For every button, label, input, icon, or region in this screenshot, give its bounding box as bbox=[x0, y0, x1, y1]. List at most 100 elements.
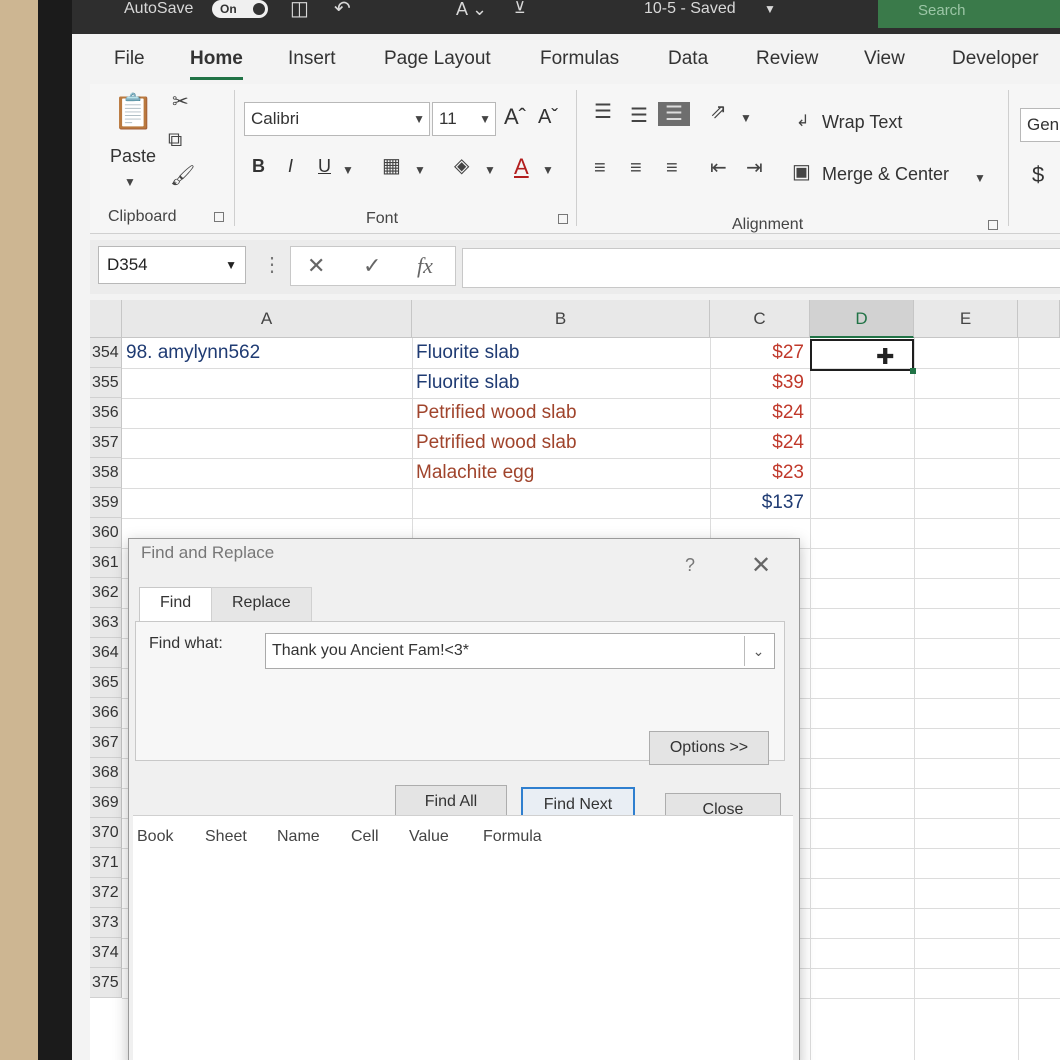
fill-handle[interactable] bbox=[910, 368, 916, 374]
close-icon[interactable]: ✕ bbox=[751, 551, 771, 580]
tab-view[interactable]: View bbox=[864, 48, 905, 70]
font-size-chevron-icon[interactable]: ▼ bbox=[479, 103, 491, 135]
tab-page-layout[interactable]: Page Layout bbox=[384, 48, 491, 70]
row-header[interactable]: 369 bbox=[90, 788, 122, 818]
decrease-indent-icon[interactable]: ⇤ bbox=[710, 156, 727, 180]
underline-button[interactable]: U bbox=[318, 156, 331, 177]
clipboard-launcher-icon[interactable] bbox=[214, 212, 224, 222]
results-list[interactable]: Book Sheet Name Cell Value Formula bbox=[133, 815, 793, 1060]
fill-color-icon[interactable]: ◈ bbox=[454, 154, 469, 178]
underline-chevron-icon[interactable]: ▼ bbox=[342, 158, 354, 182]
help-icon[interactable]: ? bbox=[685, 555, 695, 576]
currency-button[interactable]: $ bbox=[1032, 162, 1044, 188]
paste-chevron-icon[interactable]: ▼ bbox=[124, 170, 136, 194]
row-header[interactable]: 356 bbox=[90, 398, 122, 428]
copy-icon[interactable]: ⧉ bbox=[168, 128, 182, 152]
cell-a[interactable]: 98. amylynn562 bbox=[126, 338, 408, 368]
bold-button[interactable]: B bbox=[252, 156, 265, 177]
cell-c[interactable]: $39 bbox=[710, 368, 804, 398]
align-center-icon[interactable]: ≡ bbox=[630, 156, 642, 180]
find-all-button[interactable]: Find All bbox=[395, 785, 507, 819]
undo-icon[interactable]: ↶ bbox=[334, 0, 351, 19]
tab-review[interactable]: Review bbox=[756, 48, 818, 70]
wrap-text-icon[interactable]: ↲ bbox=[796, 110, 809, 134]
row-header[interactable]: 372 bbox=[90, 878, 122, 908]
cell-a[interactable] bbox=[126, 428, 408, 458]
column-header-f[interactable] bbox=[1018, 300, 1060, 338]
customize-toolbar-icon[interactable]: ⊻ bbox=[514, 0, 526, 18]
search-box[interactable]: Search bbox=[878, 0, 1060, 28]
formula-input[interactable] bbox=[462, 248, 1060, 288]
row-header[interactable]: 365 bbox=[90, 668, 122, 698]
results-col-formula[interactable]: Formula bbox=[483, 828, 542, 846]
tab-find[interactable]: Find bbox=[139, 587, 213, 621]
cell-b[interactable]: Petrified wood slab bbox=[416, 428, 706, 458]
active-cell-d354[interactable] bbox=[810, 339, 914, 371]
tab-developer[interactable]: Developer bbox=[952, 48, 1039, 70]
align-middle-icon[interactable]: ☰ bbox=[630, 104, 648, 128]
borders-chevron-icon[interactable]: ▼ bbox=[414, 158, 426, 182]
row-header[interactable]: 370 bbox=[90, 818, 122, 848]
cell-b[interactable]: Fluorite slab bbox=[416, 368, 706, 398]
name-box[interactable]: D354 ▼ bbox=[98, 246, 246, 284]
cell-b[interactable]: Fluorite slab bbox=[416, 338, 706, 368]
cell-c[interactable]: $24 bbox=[710, 398, 804, 428]
column-header-c[interactable]: C bbox=[710, 300, 810, 338]
number-format-select[interactable]: Gen bbox=[1020, 108, 1060, 142]
tab-data[interactable]: Data bbox=[668, 48, 708, 70]
results-col-book[interactable]: Book bbox=[137, 828, 173, 846]
results-col-name[interactable]: Name bbox=[277, 828, 320, 846]
row-header[interactable]: 364 bbox=[90, 638, 122, 668]
search-input[interactable]: Search bbox=[918, 2, 966, 19]
row-header[interactable]: 361 bbox=[90, 548, 122, 578]
cell-a[interactable] bbox=[126, 458, 408, 488]
row-header[interactable]: 358 bbox=[90, 458, 122, 488]
format-painter-icon[interactable]: 🖌 bbox=[170, 164, 195, 188]
row-header[interactable]: 371 bbox=[90, 848, 122, 878]
tab-home[interactable]: Home bbox=[190, 48, 243, 80]
align-right-icon[interactable]: ≡ bbox=[666, 156, 678, 180]
row-header[interactable]: 374 bbox=[90, 938, 122, 968]
row-header[interactable]: 373 bbox=[90, 908, 122, 938]
cell-b[interactable] bbox=[416, 488, 706, 518]
alignment-launcher-icon[interactable] bbox=[988, 220, 998, 230]
select-all-corner[interactable] bbox=[90, 300, 122, 338]
merge-center-chevron-icon[interactable]: ▼ bbox=[974, 166, 986, 190]
align-left-icon[interactable]: ≡ bbox=[594, 156, 606, 180]
find-what-input[interactable]: Thank you Ancient Fam!<3* ⌄ bbox=[265, 633, 775, 669]
paste-clipboard-icon[interactable]: 📋 bbox=[112, 92, 154, 132]
font-name-chevron-icon[interactable]: ▼ bbox=[413, 103, 425, 135]
font-color-quick-icon[interactable]: A ⌄ bbox=[456, 0, 487, 18]
column-header-e[interactable]: E bbox=[914, 300, 1018, 338]
merge-center-button[interactable]: Merge & Center bbox=[822, 164, 949, 185]
italic-button[interactable]: I bbox=[288, 156, 293, 177]
cancel-entry-icon[interactable]: ✕ bbox=[307, 253, 325, 279]
orientation-icon[interactable]: ⇗ bbox=[710, 100, 727, 124]
enter-entry-icon[interactable]: ✓ bbox=[363, 253, 381, 279]
options-button[interactable]: Options >> bbox=[649, 731, 769, 765]
wrap-text-button[interactable]: Wrap Text bbox=[822, 112, 902, 133]
row-header[interactable]: 366 bbox=[90, 698, 122, 728]
row-header[interactable]: 362 bbox=[90, 578, 122, 608]
file-name-chevron-icon[interactable]: ▼ bbox=[764, 0, 776, 18]
cell-c[interactable]: $137 bbox=[710, 488, 804, 518]
row-header[interactable]: 360 bbox=[90, 518, 122, 548]
tab-insert[interactable]: Insert bbox=[288, 48, 336, 70]
cut-icon[interactable]: ✂ bbox=[172, 90, 189, 114]
results-col-cell[interactable]: Cell bbox=[351, 828, 379, 846]
fill-color-chevron-icon[interactable]: ▼ bbox=[484, 158, 496, 182]
row-header[interactable]: 354 bbox=[90, 338, 122, 368]
align-bottom-icon[interactable]: ☰ bbox=[658, 102, 690, 126]
borders-icon[interactable]: ▦ bbox=[382, 154, 401, 178]
results-col-sheet[interactable]: Sheet bbox=[205, 828, 247, 846]
shrink-font-button[interactable]: Aˇ bbox=[538, 106, 558, 129]
cell-b[interactable]: Malachite egg bbox=[416, 458, 706, 488]
column-header-b[interactable]: B bbox=[412, 300, 710, 338]
cell-c[interactable]: $23 bbox=[710, 458, 804, 488]
row-header[interactable]: 375 bbox=[90, 968, 122, 998]
font-color-chevron-icon[interactable]: ▼ bbox=[542, 158, 554, 182]
save-icon[interactable]: ◫ bbox=[290, 0, 309, 19]
cell-a[interactable] bbox=[126, 488, 408, 518]
increase-indent-icon[interactable]: ⇥ bbox=[746, 156, 763, 180]
grow-font-button[interactable]: Aˆ bbox=[504, 104, 526, 130]
